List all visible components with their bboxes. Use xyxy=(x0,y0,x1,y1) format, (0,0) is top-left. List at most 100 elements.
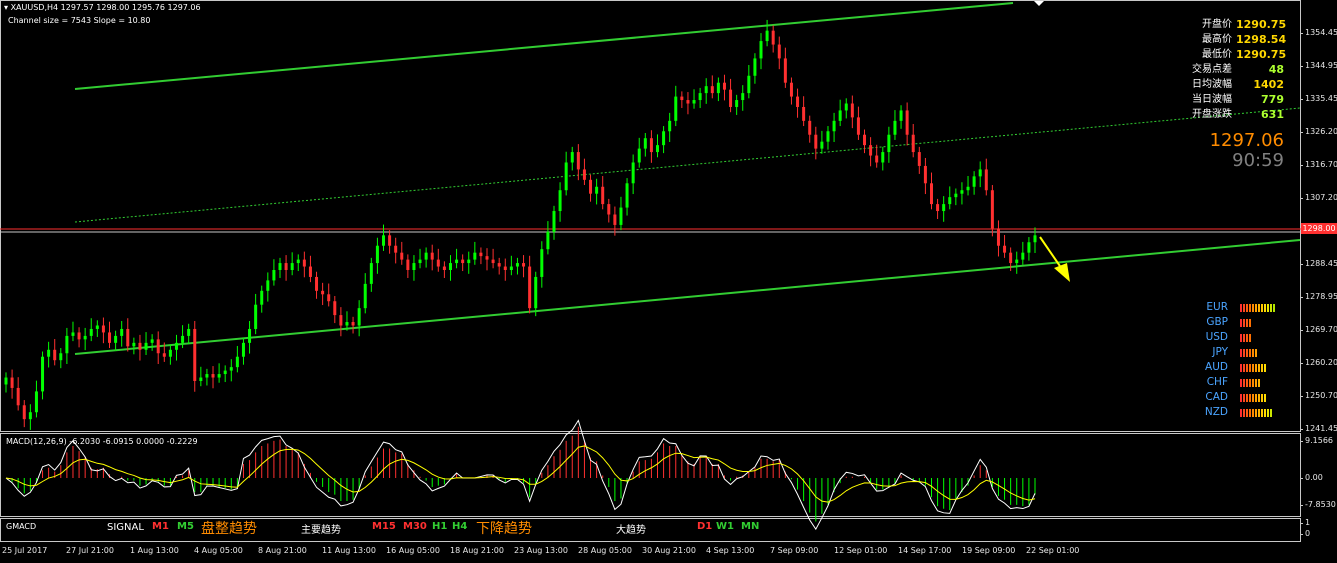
stat-value: 631 xyxy=(1261,108,1284,121)
stat-label: 交易点差 xyxy=(1192,64,1232,75)
candle-body xyxy=(229,367,233,371)
time-tick: 16 Aug 05:00 xyxy=(386,546,440,555)
price-tick: 1344.95 xyxy=(1299,61,1337,70)
stat-row: 当日波幅 779 xyxy=(1170,92,1284,107)
candle-body xyxy=(375,245,379,264)
signal-item: 大趋势 xyxy=(616,525,646,536)
candle-body xyxy=(655,145,659,153)
macd-scale[interactable]: 9.1566 0.00 -7.8530 xyxy=(1300,433,1337,517)
stat-row: 日均波幅 1402 xyxy=(1170,77,1284,92)
strength-bar xyxy=(1249,303,1251,312)
time-tick: 1 Aug 13:00 xyxy=(130,546,179,555)
strength-bars xyxy=(1240,393,1266,402)
gmacd-scale[interactable]: 10 xyxy=(1299,518,1337,542)
candle-body xyxy=(16,387,20,406)
candle-body xyxy=(747,75,751,94)
strength-bar xyxy=(1249,348,1251,357)
price-tick: 1288.45 xyxy=(1299,259,1337,268)
strength-bars xyxy=(1240,363,1266,372)
candle-body xyxy=(174,342,178,350)
bid-ask-lines xyxy=(0,228,1301,233)
currency-row-aud: AUD xyxy=(1180,360,1275,375)
candle-body xyxy=(357,308,361,326)
candle-body xyxy=(394,245,398,253)
strength-bar xyxy=(1240,378,1242,387)
currency-name: CAD xyxy=(1205,391,1228,403)
channel-middle-line xyxy=(74,107,1301,223)
strength-bar xyxy=(1243,393,1245,402)
strength-bars xyxy=(1240,348,1257,357)
candle-body xyxy=(905,110,909,135)
currency-name: EUR xyxy=(1206,301,1228,313)
candle-body xyxy=(34,391,38,413)
candle-body xyxy=(954,193,958,198)
candle-body xyxy=(680,96,684,101)
strength-bar xyxy=(1243,363,1245,372)
signal-item: W1 xyxy=(716,521,734,532)
candle-body xyxy=(199,377,203,382)
strength-bar xyxy=(1255,393,1257,402)
shift-marker-icon xyxy=(1034,1,1044,6)
stat-row: 交易点差 48 xyxy=(1170,62,1284,77)
strength-bars xyxy=(1240,333,1251,342)
strength-bar xyxy=(1258,303,1260,312)
strength-bar xyxy=(1252,303,1254,312)
candle-body xyxy=(327,294,331,302)
candle-body xyxy=(41,356,45,392)
macd-tick: -7.8530 xyxy=(1300,500,1336,509)
strength-bar xyxy=(1252,348,1254,357)
strength-bar xyxy=(1252,378,1254,387)
candle-body xyxy=(101,325,105,333)
candle-body xyxy=(497,263,501,267)
candle-body xyxy=(631,162,635,184)
strength-bar xyxy=(1246,393,1248,402)
stat-label: 当日波幅 xyxy=(1192,94,1232,105)
channel-info: Channel size = 7543 Slope = 10.80 xyxy=(8,16,151,25)
price-tick: 1335.45 xyxy=(1299,94,1337,103)
candle-body xyxy=(783,58,787,83)
price-scale[interactable]: 1354.45 1344.95 1335.45 1326.20 1316.70 1307.… xyxy=(1299,0,1337,433)
stat-value: 1290.75 xyxy=(1236,48,1287,61)
chart-canvas[interactable] xyxy=(0,0,1337,563)
candle-body xyxy=(235,356,239,368)
stat-value: 1402 xyxy=(1253,78,1284,91)
candle-body xyxy=(899,110,903,121)
strength-bar xyxy=(1264,363,1266,372)
gmacd-tick: 1 xyxy=(1299,518,1311,527)
time-tick: 12 Sep 01:00 xyxy=(834,546,888,555)
candle-body xyxy=(144,342,148,350)
candle-body xyxy=(863,134,867,146)
strength-bars xyxy=(1240,378,1260,387)
candle-body xyxy=(4,377,8,385)
candle-body xyxy=(960,190,964,194)
time-tick: 8 Aug 21:00 xyxy=(258,546,307,555)
stat-row: 最低价 1290.75 xyxy=(1170,47,1287,62)
candle-body xyxy=(911,134,915,153)
bar-countdown-timer: 90:59 xyxy=(1232,150,1284,171)
candle-body xyxy=(637,148,641,163)
strength-bar xyxy=(1246,378,1248,387)
candle-body xyxy=(972,176,976,187)
signal-item: M30 xyxy=(403,521,427,532)
strength-bar xyxy=(1249,363,1251,372)
dropdown-arrow-icon[interactable]: ▾ xyxy=(4,3,8,12)
time-tick: 11 Aug 13:00 xyxy=(322,546,376,555)
strength-bar xyxy=(1258,378,1260,387)
candle-body xyxy=(266,280,270,291)
candle-body xyxy=(881,152,885,163)
candle-body xyxy=(546,231,550,250)
candle-body xyxy=(576,152,580,170)
time-axis[interactable]: 25 Jul 2017 27 Jul 21:00 1 Aug 13:00 4 Aug … xyxy=(0,543,1301,563)
candle-body xyxy=(400,252,404,260)
stat-label: 最高价 xyxy=(1202,34,1232,45)
candle-body xyxy=(722,82,726,90)
candle-body xyxy=(1027,242,1031,253)
strength-bar xyxy=(1240,318,1242,327)
signal-item: D1 xyxy=(697,521,713,532)
candle-body xyxy=(570,152,574,163)
price-tick: 1260.20 xyxy=(1299,358,1337,367)
time-tick: 28 Aug 05:00 xyxy=(578,546,632,555)
candle-body xyxy=(619,207,623,225)
strength-bar xyxy=(1261,363,1263,372)
candle-body xyxy=(181,335,185,343)
